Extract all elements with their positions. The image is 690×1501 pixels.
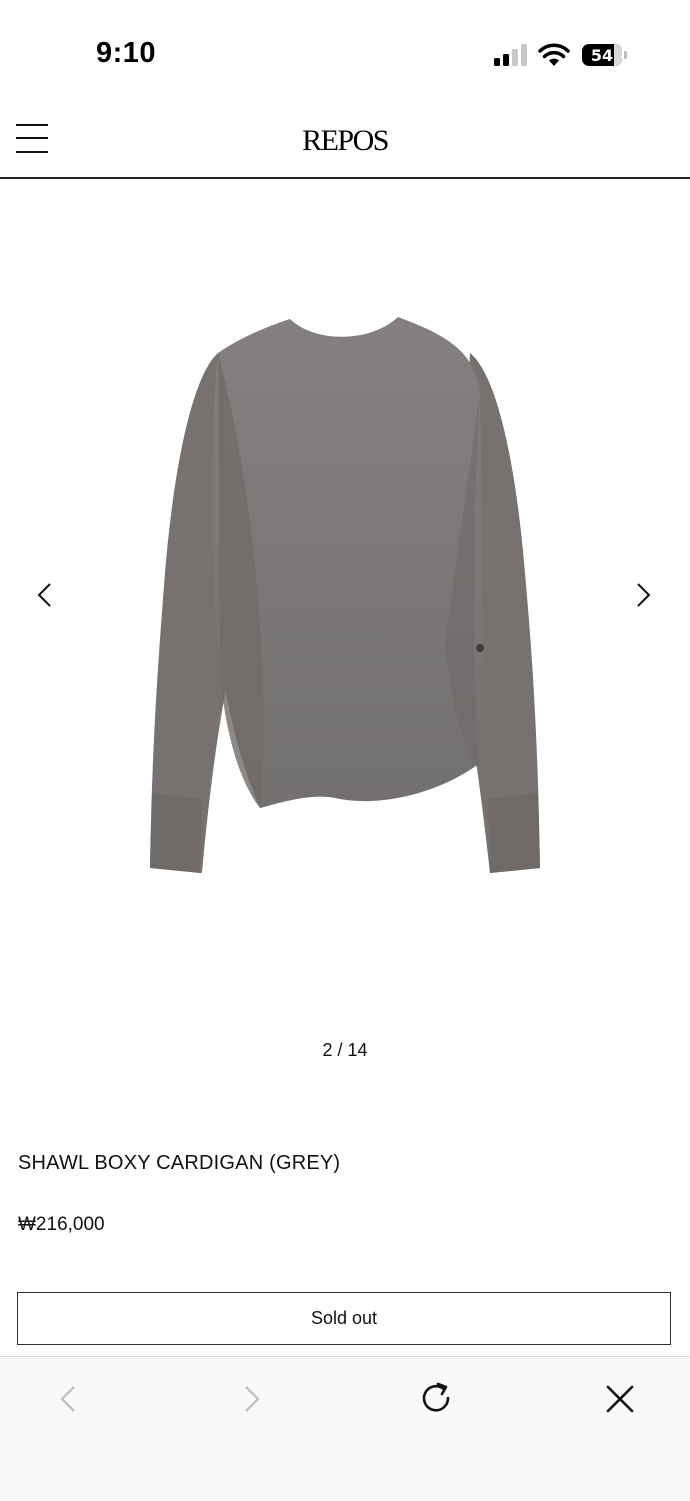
site-header: REPOS	[0, 100, 690, 179]
browser-toolbar	[0, 1356, 690, 1501]
reload-icon[interactable]	[416, 1379, 456, 1419]
sold-out-button[interactable]: Sold out	[17, 1292, 671, 1345]
close-icon[interactable]	[600, 1379, 640, 1419]
product-title: SHAWL BOXY CARDIGAN (GREY)	[18, 1152, 341, 1174]
battery-level: 54	[590, 45, 614, 65]
product-image	[150, 317, 540, 873]
forward-arrow-icon[interactable]	[232, 1379, 272, 1419]
status-time: 9:10	[96, 37, 157, 69]
product-gallery: 2 / 14	[0, 178, 690, 1078]
image-counter: 2 / 14	[322, 1040, 368, 1060]
chevron-left-icon[interactable]	[30, 578, 60, 614]
wifi-icon	[538, 43, 570, 66]
cellular-signal-icon	[494, 44, 527, 66]
battery-tip	[624, 51, 627, 59]
product-price: ₩216,000	[18, 1214, 105, 1235]
site-logo[interactable]: REPOS	[0, 124, 690, 158]
back-arrow-icon[interactable]	[48, 1379, 88, 1419]
battery-indicator: 54	[582, 44, 622, 66]
status-bar: 9:10 54	[0, 0, 690, 100]
chevron-right-icon[interactable]	[628, 578, 658, 614]
